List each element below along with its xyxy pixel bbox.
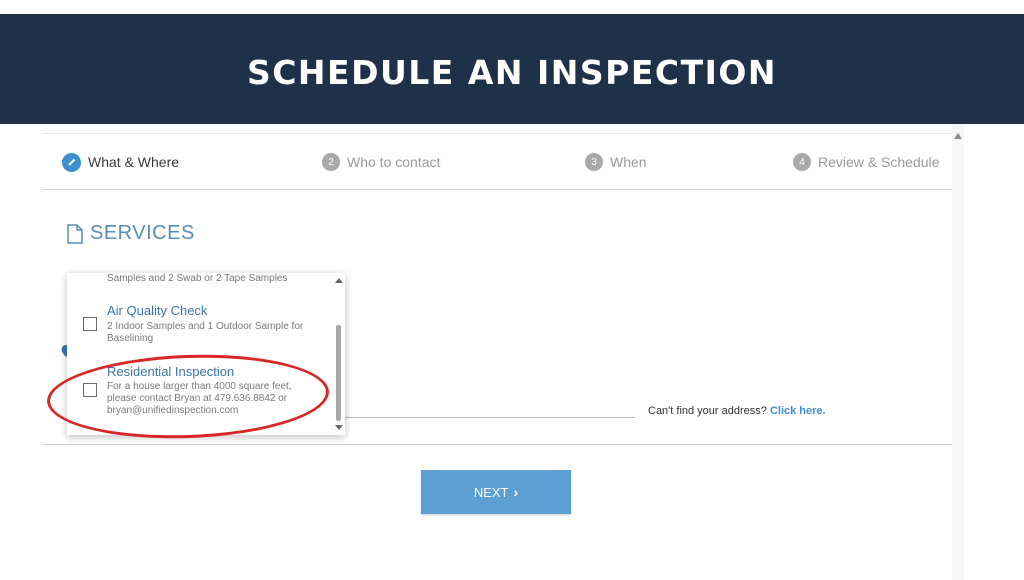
services-heading: SERVICES <box>66 222 195 245</box>
cant-find-text: Can't find your address? <box>648 405 767 417</box>
document-icon <box>67 223 83 244</box>
page-scroll-up-arrow[interactable] <box>954 133 962 139</box>
services-label: SERVICES <box>90 222 195 244</box>
step-what-where[interactable]: What & Where <box>62 134 179 190</box>
page-header: SCHEDULE AN INSPECTION <box>0 14 1024 124</box>
step-who-to-contact[interactable]: 2 Who to contact <box>322 134 440 190</box>
pencil-icon <box>62 152 81 172</box>
scroll-up-arrow[interactable] <box>335 278 343 283</box>
section-divider <box>42 444 952 445</box>
wizard-steps: What & Where 2 Who to contact 3 When 4 R… <box>42 134 952 190</box>
step-label: What & Where <box>88 154 180 170</box>
step-review-schedule[interactable]: 4 Review & Schedule <box>793 134 939 190</box>
next-button[interactable]: NEXT › <box>421 470 571 514</box>
dropdown-partial-text: Samples and 2 Swab or 2 Tape Samples <box>107 273 288 284</box>
cant-find-address: Can't find your address? Click here. <box>648 405 826 417</box>
click-here-link[interactable]: Click here. <box>770 405 826 417</box>
services-dropdown[interactable]: Samples and 2 Swab or 2 Tape Samples Air… <box>67 273 345 435</box>
top-strip <box>0 0 1024 14</box>
page-scrollbar[interactable] <box>952 124 964 580</box>
next-label: NEXT <box>473 484 509 500</box>
step-number: 3 <box>585 153 603 171</box>
dropdown-scrollbar[interactable] <box>333 273 345 435</box>
page-title: SCHEDULE AN INSPECTION <box>246 53 778 92</box>
step-number: 4 <box>793 153 811 171</box>
option-description: For a house larger than 4000 square feet… <box>107 381 292 416</box>
option-title: Residential Inspection <box>107 364 235 379</box>
step-label: When <box>610 154 647 170</box>
option-title: Air Quality Check <box>107 303 208 318</box>
step-label: Who to contact <box>347 154 441 170</box>
option-description: 2 Indoor Samples and 1 Outdoor Sample fo… <box>107 321 304 344</box>
scroll-down-arrow[interactable] <box>335 425 343 430</box>
scroll-thumb[interactable] <box>336 325 341 421</box>
chevron-right-icon: › <box>513 484 519 500</box>
step-when[interactable]: 3 When <box>585 134 647 190</box>
checkbox-icon[interactable] <box>83 317 97 331</box>
checkbox-icon[interactable] <box>83 383 97 397</box>
step-label: Review & Schedule <box>818 154 940 170</box>
address-input[interactable] <box>340 417 635 418</box>
step-number: 2 <box>322 153 340 171</box>
